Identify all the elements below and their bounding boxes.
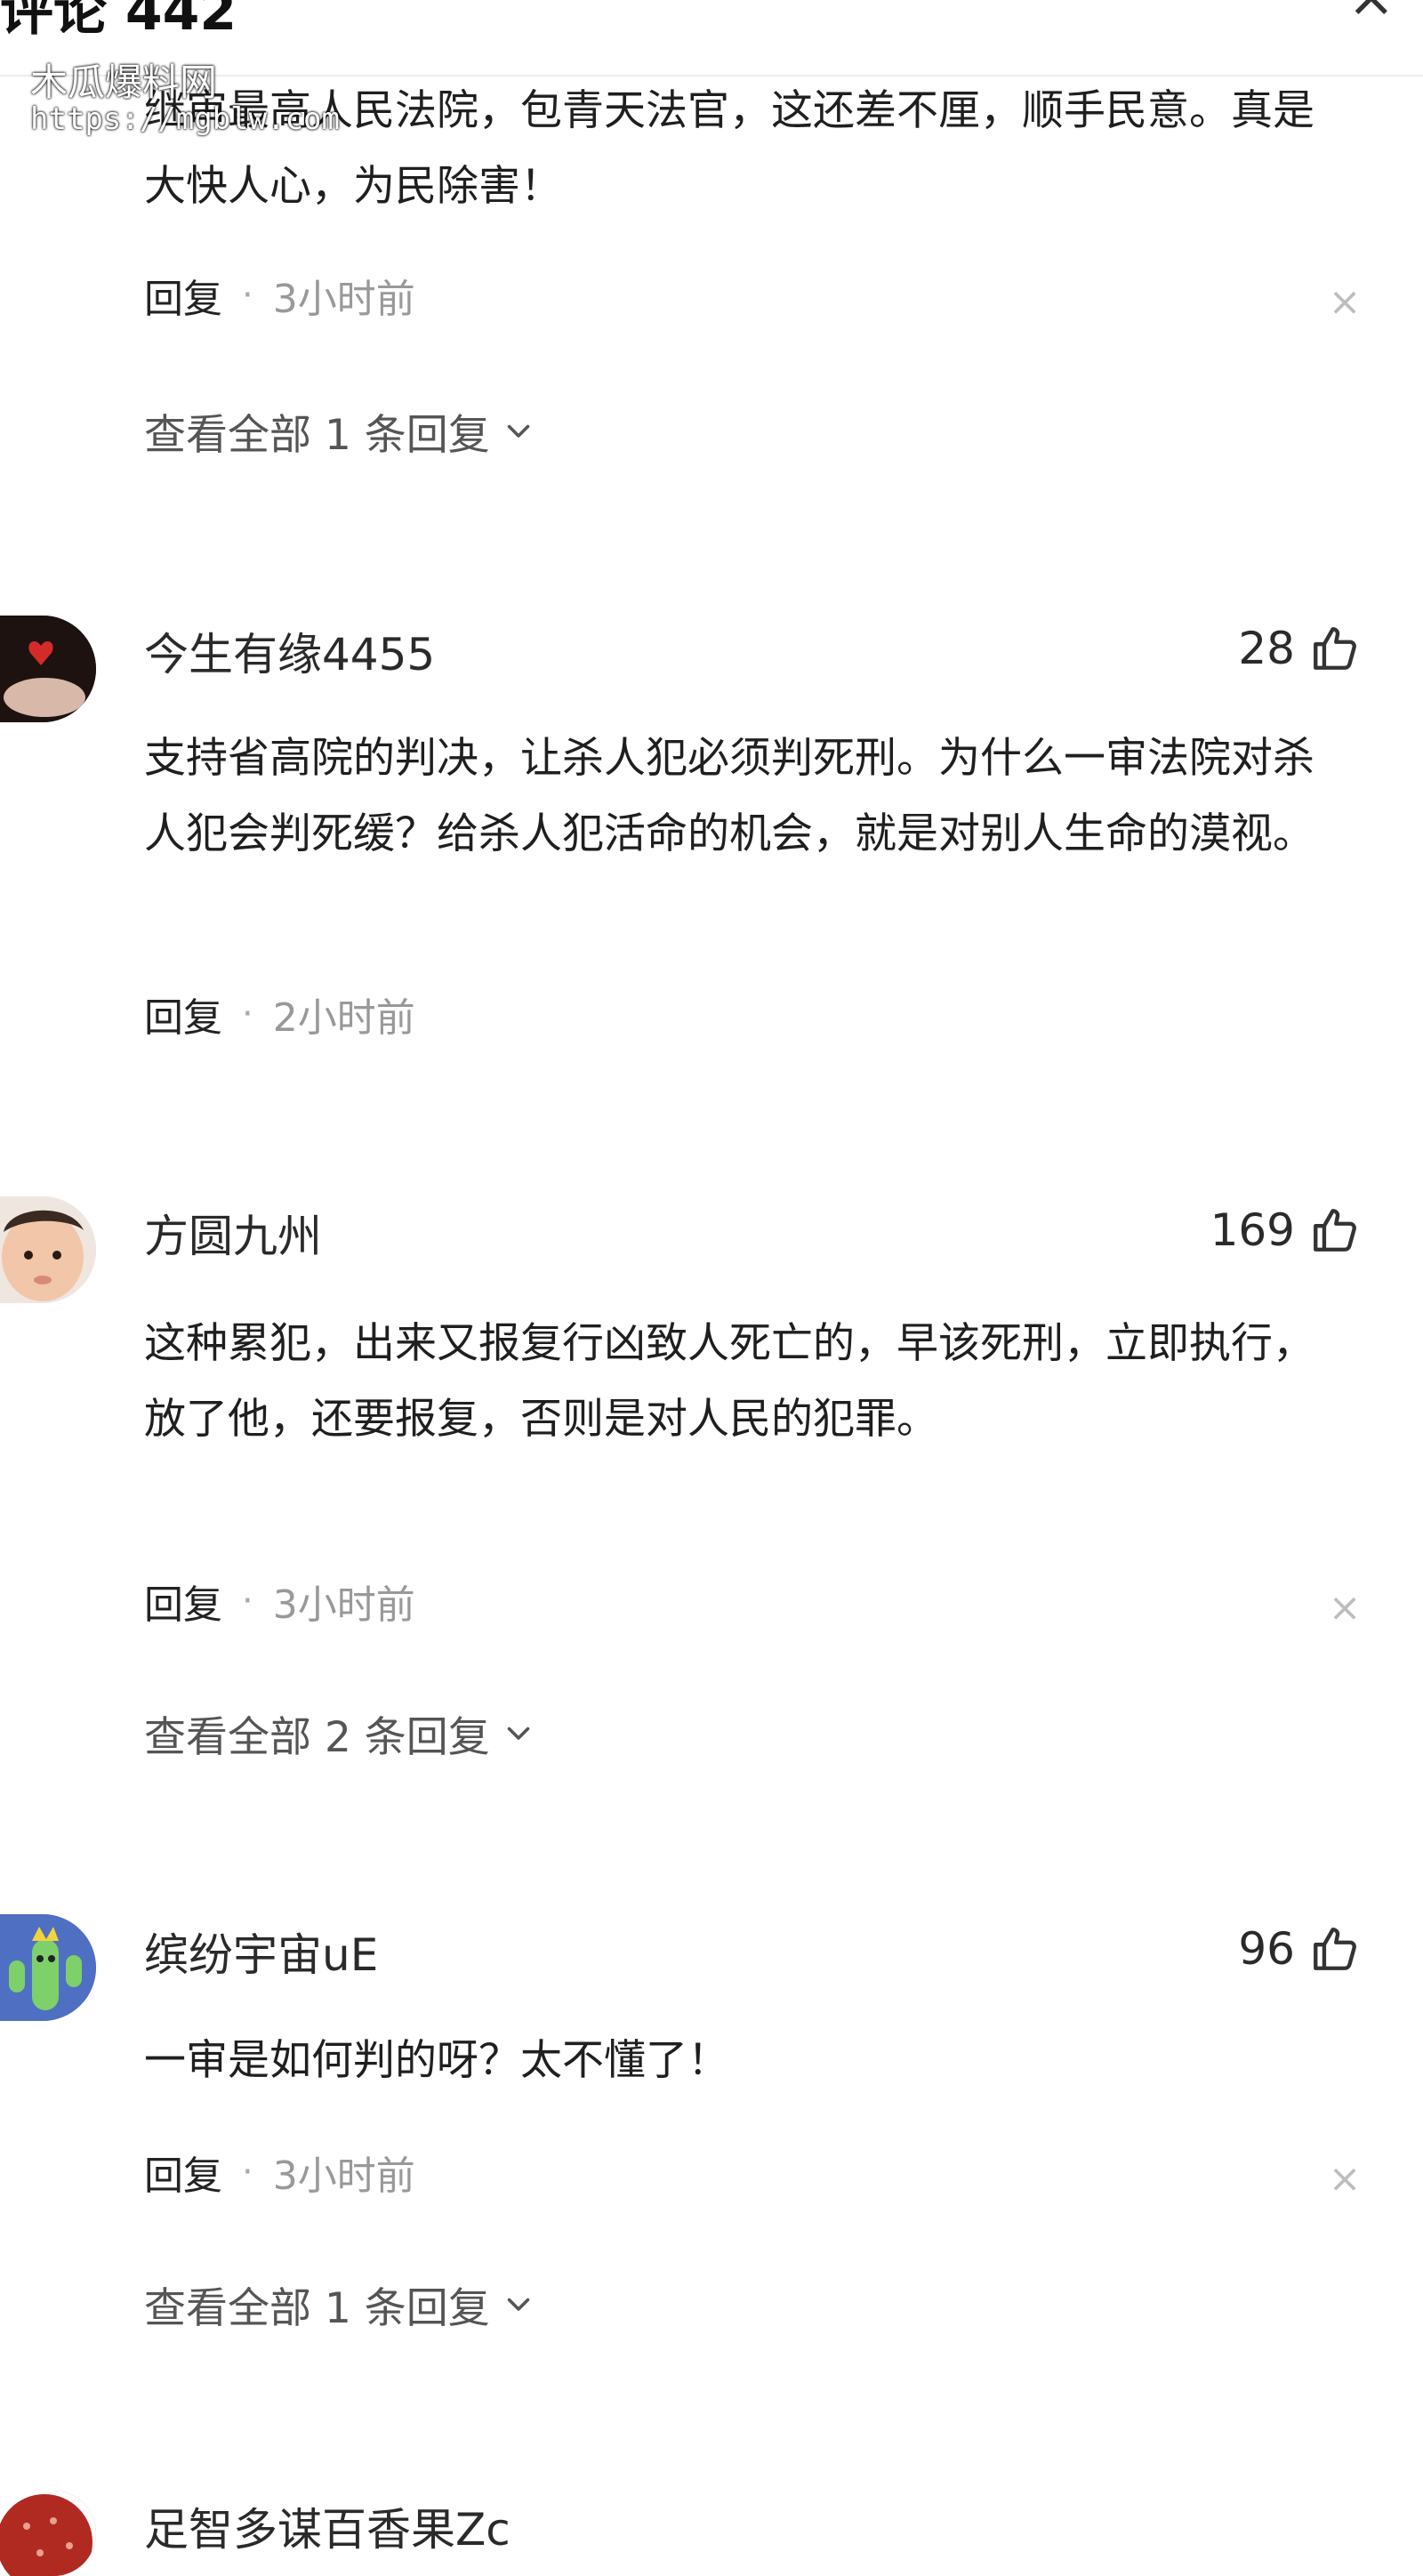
like-count: 28 bbox=[1238, 623, 1295, 674]
comment-username[interactable]: 足智多谋百香果Zc bbox=[144, 2494, 511, 2558]
comments-title: 评论 442 bbox=[0, 0, 237, 43]
avatar-image bbox=[0, 1196, 96, 1303]
view-all-replies-label: 查看全部 1 条回复 bbox=[144, 410, 490, 460]
chevron-down-icon bbox=[507, 424, 530, 438]
chevron-down-icon bbox=[507, 1727, 530, 1740]
comment-meta: 回复 · 2小时前 bbox=[144, 987, 415, 1041]
dismiss-icon[interactable]: × bbox=[1325, 2160, 1364, 2199]
watermark: 木瓜爆料网 https://mgblw.com bbox=[30, 60, 340, 138]
avatar[interactable] bbox=[0, 616, 96, 722]
separator-dot: · bbox=[242, 275, 253, 316]
comment-time: 2小时前 bbox=[272, 995, 415, 1041]
comment-text: 一审是如何判的呀？太不懂了！ bbox=[144, 2036, 729, 2085]
like-button[interactable]: 169 bbox=[1210, 1204, 1361, 1256]
separator-dot: · bbox=[242, 1581, 253, 1622]
thumbs-up-icon bbox=[1314, 1209, 1356, 1252]
comment-time: 3小时前 bbox=[272, 1582, 415, 1628]
avatar-image bbox=[0, 2491, 96, 2576]
view-all-replies-button[interactable]: 查看全部 2 条回复 bbox=[144, 1704, 535, 1762]
comment-meta: 回复 · 3小时前 bbox=[144, 2145, 415, 2199]
view-all-replies-label: 查看全部 1 条回复 bbox=[144, 2283, 490, 2333]
reply-button[interactable]: 回复 bbox=[144, 986, 222, 1042]
view-all-replies-label: 查看全部 2 条回复 bbox=[144, 1712, 490, 1762]
comment-username[interactable]: 今生有缘4455 bbox=[144, 619, 435, 683]
reply-button[interactable]: 回复 bbox=[144, 2144, 222, 2201]
avatar[interactable] bbox=[0, 1196, 96, 1303]
thumbs-up-icon bbox=[1314, 627, 1356, 670]
avatar[interactable] bbox=[0, 2491, 96, 2576]
like-count: 169 bbox=[1210, 1204, 1295, 1256]
like-button[interactable]: 28 bbox=[1238, 623, 1361, 674]
thumbs-up-icon bbox=[1314, 1928, 1356, 1970]
dismiss-icon[interactable]: × bbox=[1325, 1589, 1364, 1628]
watermark-url: https://mgblw.com bbox=[30, 101, 340, 138]
view-all-replies-button[interactable]: 查看全部 1 条回复 bbox=[144, 2275, 535, 2333]
watermark-name: 木瓜爆料网 bbox=[30, 60, 218, 104]
close-icon[interactable]: × bbox=[1347, 0, 1395, 30]
comment-text: 这种累犯，出来又报复行凶致人死亡的，早该死刑，立即执行，放了他，还要报复，否则是… bbox=[144, 1319, 1314, 1444]
separator-dot: · bbox=[242, 2152, 253, 2193]
avatar[interactable] bbox=[0, 1914, 96, 2021]
comment-meta: 回复 · 3小时前 bbox=[144, 269, 415, 322]
separator-dot: · bbox=[242, 994, 253, 1034]
chevron-down-icon bbox=[507, 2298, 530, 2311]
reply-button[interactable]: 回复 bbox=[144, 267, 222, 324]
comment-time: 3小时前 bbox=[272, 2153, 415, 2199]
comment-text: 支持省高院的判决，让杀人犯必须判死刑。为什么一审法院对杀人犯会判死缓？给杀人犯活… bbox=[144, 734, 1314, 858]
comment-meta: 回复 · 3小时前 bbox=[144, 1574, 415, 1628]
comment-username[interactable]: 缤纷宇宙uE bbox=[144, 1920, 378, 1984]
like-count: 96 bbox=[1238, 1923, 1295, 1975]
view-all-replies-button[interactable]: 查看全部 1 条回复 bbox=[144, 402, 535, 460]
avatar-image bbox=[0, 1914, 96, 2021]
dismiss-icon[interactable]: × bbox=[1325, 283, 1364, 322]
like-button[interactable]: 96 bbox=[1238, 1923, 1361, 1975]
avatar-image bbox=[0, 616, 96, 722]
comment-time: 3小时前 bbox=[272, 277, 415, 322]
reply-button[interactable]: 回复 bbox=[144, 1573, 222, 1630]
comment-username[interactable]: 方圆九州 bbox=[144, 1201, 322, 1265]
